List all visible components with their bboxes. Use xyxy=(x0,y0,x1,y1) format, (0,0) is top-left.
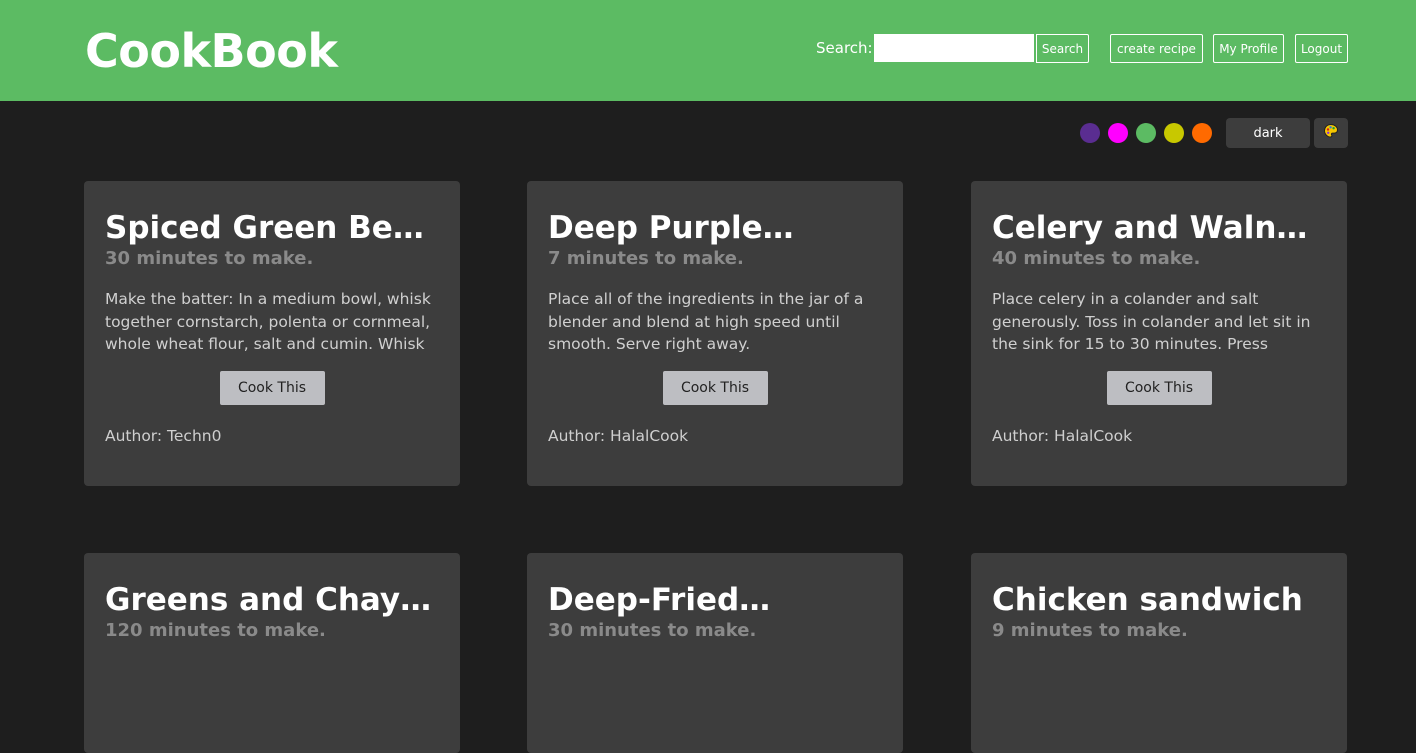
my-profile-button[interactable]: My Profile xyxy=(1213,34,1284,63)
recipe-title[interactable]: Celery and Walnut… xyxy=(992,181,1326,247)
recipe-author: Author: HalalCook xyxy=(992,427,1133,445)
recipe-title[interactable]: Greens and Chayot… xyxy=(105,553,439,619)
recipe-time: 7 minutes to make. xyxy=(548,248,744,269)
palette-icon xyxy=(1323,123,1339,143)
recipe-author: Author: Techn0 xyxy=(105,427,222,445)
recipe-time: 9 minutes to make. xyxy=(992,620,1188,641)
recipe-card: Chicken sandwich 9 minutes to make. xyxy=(971,553,1347,753)
recipe-author: Author: HalalCook xyxy=(548,427,689,445)
cook-this-button[interactable]: Cook This xyxy=(662,371,768,405)
recipe-description: Place celery in a colander and salt gene… xyxy=(992,290,1311,353)
theme-mode-toggle[interactable]: dark xyxy=(1226,118,1310,148)
recipe-time: 120 minutes to make. xyxy=(105,620,326,641)
theme-color-magenta[interactable] xyxy=(1108,123,1128,143)
recipe-description: Make the batter: In a medium bowl, whisk… xyxy=(105,290,431,353)
theme-color-yellow[interactable] xyxy=(1164,123,1184,143)
cook-this-button[interactable]: Cook This xyxy=(1106,371,1212,405)
header: CookBook Search: Search create recipe My… xyxy=(0,0,1416,101)
search-input[interactable] xyxy=(874,34,1034,62)
logo[interactable]: CookBook xyxy=(85,22,338,80)
recipe-time: 30 minutes to make. xyxy=(548,620,757,641)
recipe-description: Place all of the ingredients in the jar … xyxy=(548,290,864,353)
logout-button[interactable]: Logout xyxy=(1295,34,1348,63)
theme-color-orange[interactable] xyxy=(1192,123,1212,143)
theme-color-purple[interactable] xyxy=(1080,123,1100,143)
recipe-card: Spiced Green Bean… 30 minutes to make. M… xyxy=(84,181,460,486)
search-button[interactable]: Search xyxy=(1036,34,1089,63)
recipe-title[interactable]: Spiced Green Bean… xyxy=(105,181,439,247)
recipe-title[interactable]: Deep Purple… xyxy=(548,181,882,247)
recipe-title[interactable]: Deep-Fried… xyxy=(548,553,882,619)
cook-this-button[interactable]: Cook This xyxy=(219,371,325,405)
recipe-card: Greens and Chayot… 120 minutes to make. xyxy=(84,553,460,753)
create-recipe-button[interactable]: create recipe xyxy=(1110,34,1203,63)
recipe-card: Celery and Walnut… 40 minutes to make. P… xyxy=(971,181,1347,486)
recipe-title[interactable]: Chicken sandwich xyxy=(992,553,1326,619)
search-label: Search: xyxy=(816,39,873,57)
palette-button[interactable] xyxy=(1314,118,1348,148)
recipe-card: Deep-Fried… 30 minutes to make. xyxy=(527,553,903,753)
recipe-card: Deep Purple… 7 minutes to make. Place al… xyxy=(527,181,903,486)
theme-color-green[interactable] xyxy=(1136,123,1156,143)
recipe-time: 30 minutes to make. xyxy=(105,248,314,269)
recipe-time: 40 minutes to make. xyxy=(992,248,1201,269)
